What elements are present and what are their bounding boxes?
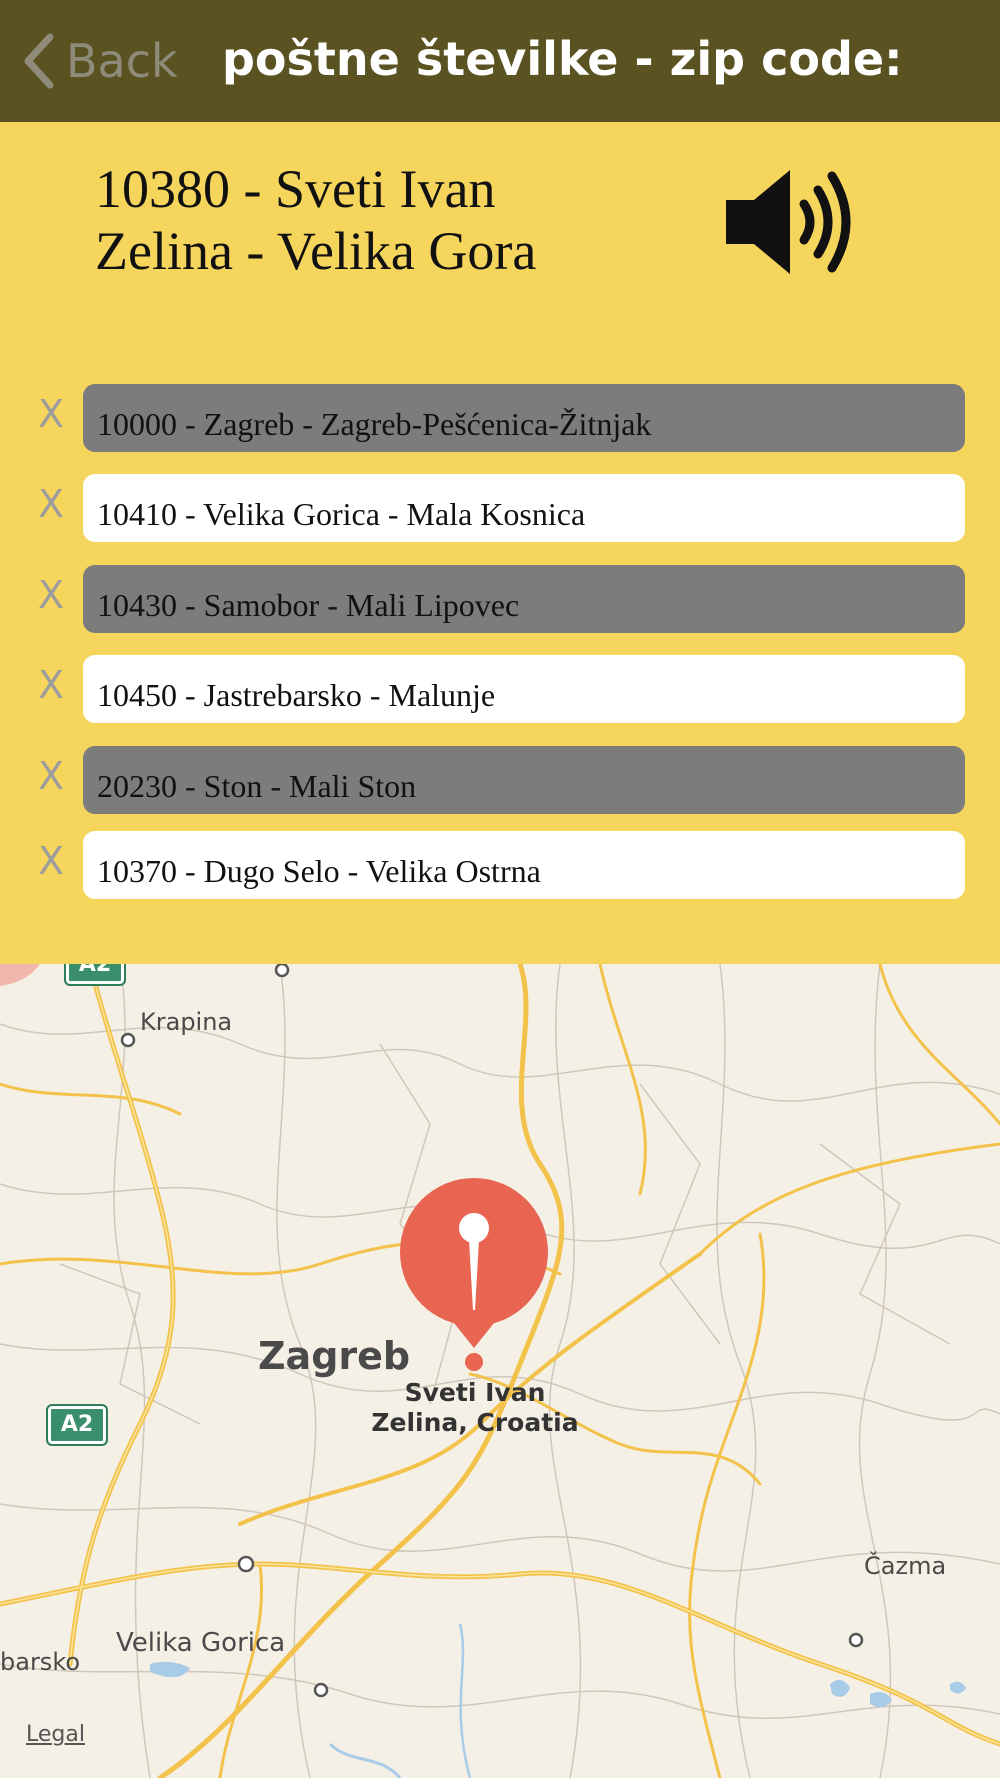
map-pin-icon[interactable] [398, 1178, 550, 1378]
selected-zip-title: 10380 - Sveti Ivan Zelina - Velika Gora [95, 159, 537, 281]
remove-button[interactable]: X [38, 573, 64, 617]
history-item[interactable]: 10370 - Dugo Selo - Velika Ostrna [83, 831, 965, 899]
history-item[interactable]: 10430 - Samobor - Mali Lipovec [83, 565, 965, 633]
highway-shield-a2: A2 [46, 1404, 108, 1446]
place-label-velika-gorica: Velika Gorica [116, 1628, 286, 1658]
remove-button[interactable]: X [38, 392, 64, 436]
back-label: Back [66, 34, 178, 88]
place-label-zagreb: Zagreb [258, 1334, 411, 1378]
place-label-cazma: Čazma [864, 1552, 947, 1580]
history-row: X 10370 - Dugo Selo - Velika Ostrna [0, 831, 1000, 899]
history-item[interactable]: 10450 - Jastrebarsko - Malunje [83, 655, 965, 723]
chevron-left-icon [24, 33, 54, 89]
history-item[interactable]: 10000 - Zagreb - Zagreb-Pešćenica-Žitnja… [83, 384, 965, 452]
pin-location-label: Sveti Ivan Zelina, Croatia [371, 1378, 579, 1437]
result-panel: 10380 - Sveti Ivan Zelina - Velika Gora … [0, 122, 1000, 964]
history-row: X 10430 - Samobor - Mali Lipovec [0, 565, 1000, 633]
remove-button[interactable]: X [38, 482, 64, 526]
history-row: X 10450 - Jastrebarsko - Malunje [0, 655, 1000, 723]
history-row: X 10410 - Velika Gorica - Mala Kosnica [0, 474, 1000, 542]
place-label-samobor-partial: barsko [0, 1648, 81, 1676]
page-title: poštne številke - zip code: [222, 32, 903, 86]
history-item[interactable]: 10410 - Velika Gorica - Mala Kosnica [83, 474, 965, 542]
history-row: X 10000 - Zagreb - Zagreb-Pešćenica-Žitn… [0, 384, 1000, 452]
remove-button[interactable]: X [38, 839, 64, 883]
place-label-krapina: Krapina [140, 1008, 233, 1036]
navigation-bar: Back poštne številke - zip code: [0, 0, 1000, 122]
remove-button[interactable]: X [38, 754, 64, 798]
back-button[interactable]: Back [20, 26, 178, 96]
remove-button[interactable]: X [38, 663, 64, 707]
speaker-icon[interactable] [720, 162, 860, 282]
highway-shield-a2: A2 [64, 964, 126, 986]
history-row: X 20230 - Ston - Mali Ston [0, 746, 1000, 814]
legal-link[interactable]: Legal [26, 1722, 85, 1747]
history-item[interactable]: 20230 - Ston - Mali Ston [83, 746, 965, 814]
